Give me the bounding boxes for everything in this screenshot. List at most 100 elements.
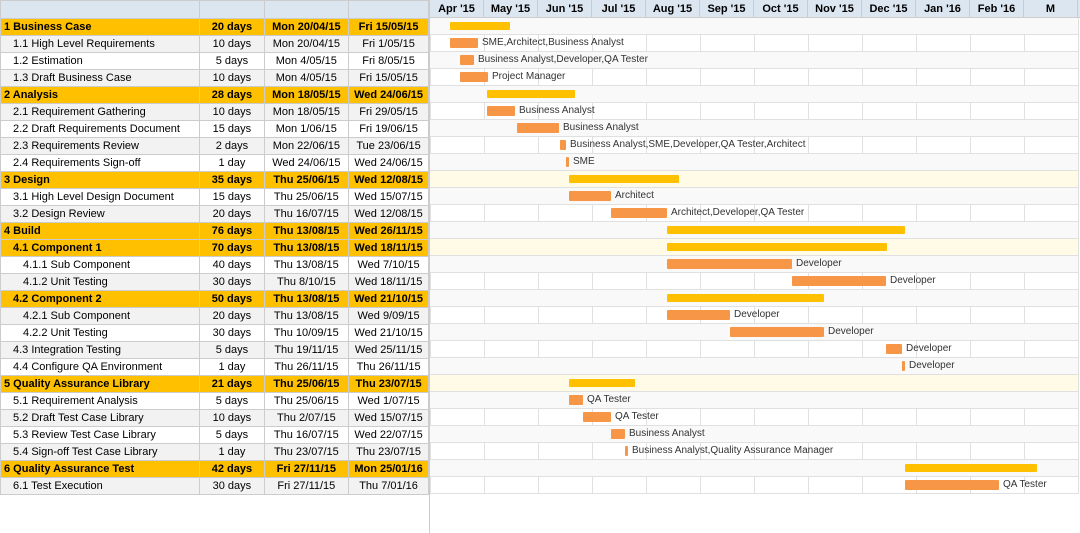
task-finish: Fri 19/06/15	[349, 121, 429, 138]
task-finish: Tue 23/06/15	[349, 138, 429, 155]
table-row: 2 Analysis 28 days Mon 18/05/15 Wed 24/0…	[1, 87, 429, 104]
gantt-bar	[611, 208, 667, 218]
task-name: 2.1 Requirement Gathering	[1, 104, 200, 121]
gantt-bar	[517, 123, 559, 133]
time-col-header: Feb '16	[970, 0, 1024, 17]
table-row: 2.4 Requirements Sign-off 1 day Wed 24/0…	[1, 155, 429, 172]
task-name: 1 Business Case	[1, 19, 200, 36]
time-col-header: Oct '15	[754, 0, 808, 17]
task-name: 4 Build	[1, 223, 200, 240]
gantt-bar	[450, 38, 478, 48]
task-duration: 5 days	[200, 393, 264, 410]
task-start: Mon 20/04/15	[264, 19, 349, 36]
time-col-header: Jul '15	[592, 0, 646, 17]
gantt-bar	[569, 395, 583, 405]
gantt-bar	[667, 310, 730, 320]
task-finish: Wed 24/06/15	[349, 155, 429, 172]
table-row: 5 Quality Assurance Library 21 days Thu …	[1, 376, 429, 393]
task-name: 3.1 High Level Design Document	[1, 189, 200, 206]
table-row: 4.2.1 Sub Component 20 days Thu 13/08/15…	[1, 308, 429, 325]
table-row: 2.2 Draft Requirements Document 15 days …	[1, 121, 429, 138]
task-start: Thu 25/06/15	[264, 376, 349, 393]
task-name: 4.2.2 Unit Testing	[1, 325, 200, 342]
gantt-row	[430, 18, 1078, 35]
gantt-row	[430, 154, 1078, 171]
task-finish: Wed 12/08/15	[349, 206, 429, 223]
bar-label: Developer	[734, 309, 780, 320]
gantt-bar	[625, 446, 628, 456]
col-header-start	[264, 1, 349, 19]
table-row: 6 Quality Assurance Test 42 days Fri 27/…	[1, 461, 429, 478]
task-table: 1 Business Case 20 days Mon 20/04/15 Fri…	[0, 0, 430, 533]
task-duration: 1 day	[200, 155, 264, 172]
task-name: 5.3 Review Test Case Library	[1, 427, 200, 444]
gantt-row	[430, 426, 1078, 443]
task-name: 6 Quality Assurance Test	[1, 461, 200, 478]
gantt-rows: SME,Architect,Business AnalystBusiness A…	[430, 18, 1080, 494]
task-start: Thu 13/08/15	[264, 257, 349, 274]
task-name: 4.3 Integration Testing	[1, 342, 200, 359]
table-row: 1.3 Draft Business Case 10 days Mon 4/05…	[1, 70, 429, 87]
task-start: Thu 13/08/15	[264, 223, 349, 240]
bar-label: Business Analyst,Developer,QA Tester	[478, 54, 648, 65]
task-start: Mon 4/05/15	[264, 53, 349, 70]
table-row: 5.4 Sign-off Test Case Library 1 day Thu…	[1, 444, 429, 461]
task-finish: Wed 12/08/15	[349, 172, 429, 189]
task-duration: 28 days	[200, 87, 264, 104]
task-duration: 2 days	[200, 138, 264, 155]
gantt-row	[430, 358, 1078, 375]
gantt-bar	[905, 480, 999, 490]
bar-label: Developer	[890, 275, 936, 286]
gantt-bar	[667, 294, 824, 302]
table-row: 6.1 Test Execution 30 days Fri 27/11/15 …	[1, 478, 429, 495]
task-start: Thu 25/06/15	[264, 189, 349, 206]
task-start: Thu 16/07/15	[264, 427, 349, 444]
task-duration: 40 days	[200, 257, 264, 274]
task-start: Mon 20/04/15	[264, 36, 349, 53]
task-start: Thu 8/10/15	[264, 274, 349, 291]
gantt-row	[430, 392, 1078, 409]
task-duration: 42 days	[200, 461, 264, 478]
bar-label: Developer	[909, 360, 955, 371]
task-finish: Mon 25/01/16	[349, 461, 429, 478]
time-col-header: Apr '15	[430, 0, 484, 17]
task-name: 2 Analysis	[1, 87, 200, 104]
task-name: 2.3 Requirements Review	[1, 138, 200, 155]
gantt-container: 1 Business Case 20 days Mon 20/04/15 Fri…	[0, 0, 1080, 533]
task-start: Thu 13/08/15	[264, 308, 349, 325]
task-duration: 10 days	[200, 104, 264, 121]
task-duration: 15 days	[200, 121, 264, 138]
task-name: 5.4 Sign-off Test Case Library	[1, 444, 200, 461]
task-duration: 30 days	[200, 478, 264, 495]
gantt-bar	[886, 344, 902, 354]
table-row: 5.2 Draft Test Case Library 10 days Thu …	[1, 410, 429, 427]
task-duration: 10 days	[200, 36, 264, 53]
task-start: Fri 27/11/15	[264, 461, 349, 478]
gantt-bar	[730, 327, 824, 337]
task-start: Thu 25/06/15	[264, 393, 349, 410]
task-duration: 1 day	[200, 359, 264, 376]
bar-label: QA Tester	[587, 394, 631, 405]
table-row: 4.2 Component 2 50 days Thu 13/08/15 Wed…	[1, 291, 429, 308]
task-finish: Wed 9/09/15	[349, 308, 429, 325]
gantt-bar	[569, 191, 611, 201]
bar-label: Architect	[615, 190, 654, 201]
task-finish: Thu 7/01/16	[349, 478, 429, 495]
task-duration: 30 days	[200, 325, 264, 342]
task-finish: Thu 23/07/15	[349, 376, 429, 393]
gantt-bar	[487, 90, 575, 98]
task-start: Thu 25/06/15	[264, 172, 349, 189]
task-duration: 10 days	[200, 410, 264, 427]
bar-label: Developer	[796, 258, 842, 269]
table-row: 4.2.2 Unit Testing 30 days Thu 10/09/15 …	[1, 325, 429, 342]
task-duration: 21 days	[200, 376, 264, 393]
time-col-header: Aug '15	[646, 0, 700, 17]
gantt-row	[430, 341, 1078, 358]
task-start: Thu 2/07/15	[264, 410, 349, 427]
bar-label: Architect,Developer,QA Tester	[671, 207, 804, 218]
time-col-header: M	[1024, 0, 1078, 17]
task-duration: 20 days	[200, 206, 264, 223]
table-row: 4.1.2 Unit Testing 30 days Thu 8/10/15 W…	[1, 274, 429, 291]
time-col-header: May '15	[484, 0, 538, 17]
table-row: 4 Build 76 days Thu 13/08/15 Wed 26/11/1…	[1, 223, 429, 240]
